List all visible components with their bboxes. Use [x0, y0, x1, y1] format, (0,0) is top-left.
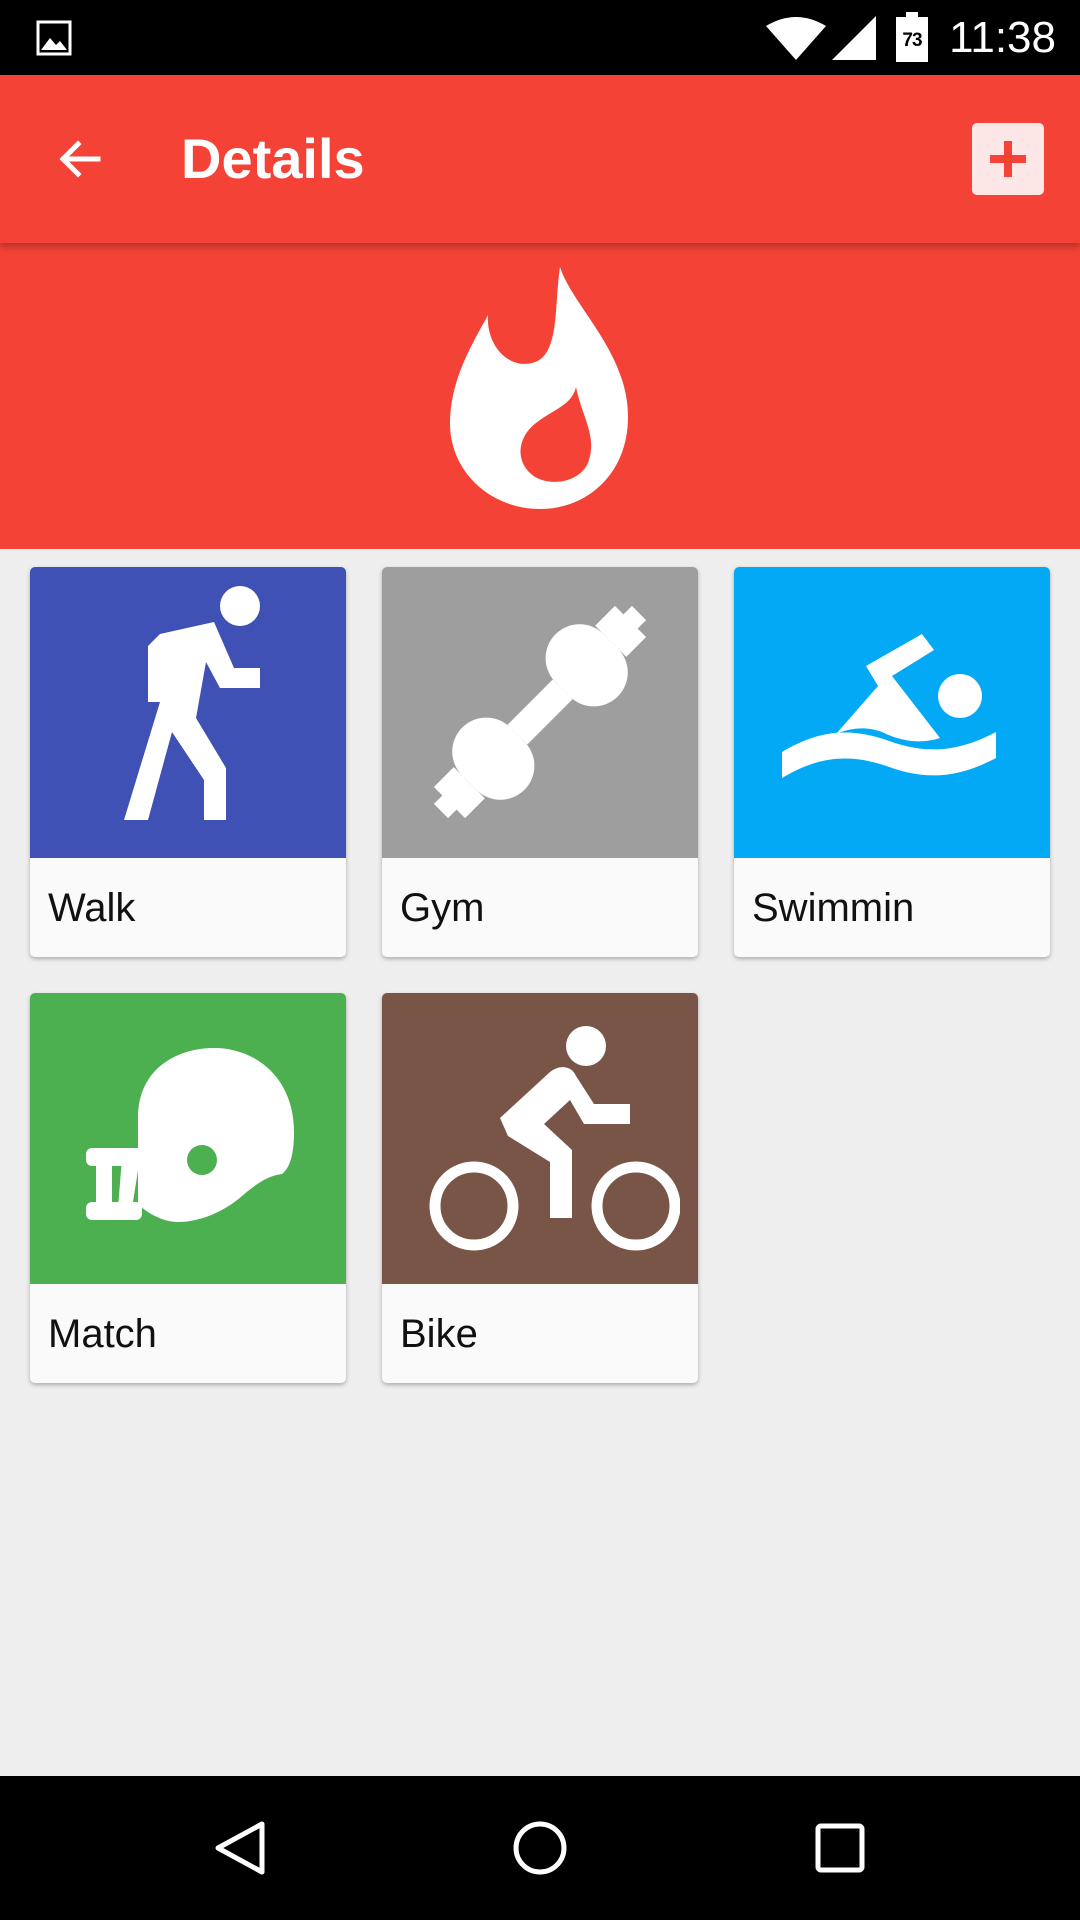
- activity-card-bike[interactable]: Bike: [382, 993, 698, 1383]
- battery-icon: 73: [896, 12, 928, 62]
- card-label: Bike: [400, 1312, 478, 1356]
- battery-level: 73: [902, 30, 922, 51]
- walk-icon: [124, 586, 260, 820]
- card-image: [382, 567, 698, 858]
- card-label: Swimmin: [752, 886, 915, 930]
- hero-banner: [0, 243, 1080, 549]
- nav-home-icon: [513, 1821, 567, 1875]
- status-time: 11:38: [949, 13, 1056, 62]
- nav-recents-icon: [815, 1823, 865, 1873]
- nav-back-button[interactable]: [190, 1798, 290, 1898]
- card-label: Walk: [48, 886, 136, 930]
- swimmer-icon: [782, 634, 996, 778]
- card-image: [30, 993, 346, 1284]
- activity-card-match[interactable]: Match: [30, 993, 346, 1383]
- add-box-icon: [990, 141, 1026, 177]
- activity-card-gym[interactable]: Gym: [382, 567, 698, 957]
- card-label: Gym: [400, 886, 485, 930]
- nav-recents-button[interactable]: [790, 1798, 890, 1898]
- card-image: [30, 567, 346, 858]
- image-icon: [36, 20, 72, 56]
- football-helmet-icon: [86, 1048, 294, 1222]
- flame-icon: [448, 267, 632, 511]
- page-title: Details: [181, 127, 365, 190]
- status-bar: 73 11:38: [0, 0, 1080, 75]
- navigation-bar: [0, 1776, 1080, 1920]
- cyclist-icon: [429, 1026, 680, 1251]
- app-bar: Details: [0, 75, 1080, 243]
- card-label: Match: [48, 1312, 157, 1356]
- card-image: [734, 567, 1050, 858]
- wifi-icon: [766, 16, 826, 60]
- arrow-back-icon: [59, 140, 101, 178]
- add-button[interactable]: [972, 123, 1044, 195]
- card-image: [382, 993, 698, 1284]
- nav-back-icon: [215, 1821, 265, 1875]
- dumbbell-icon: [433, 605, 647, 819]
- activity-card-swimming[interactable]: Swimmin: [734, 567, 1050, 957]
- nav-home-button[interactable]: [490, 1798, 590, 1898]
- activity-card-walk[interactable]: Walk: [30, 567, 346, 957]
- cell-signal-icon: [832, 16, 876, 60]
- back-button[interactable]: [40, 119, 120, 199]
